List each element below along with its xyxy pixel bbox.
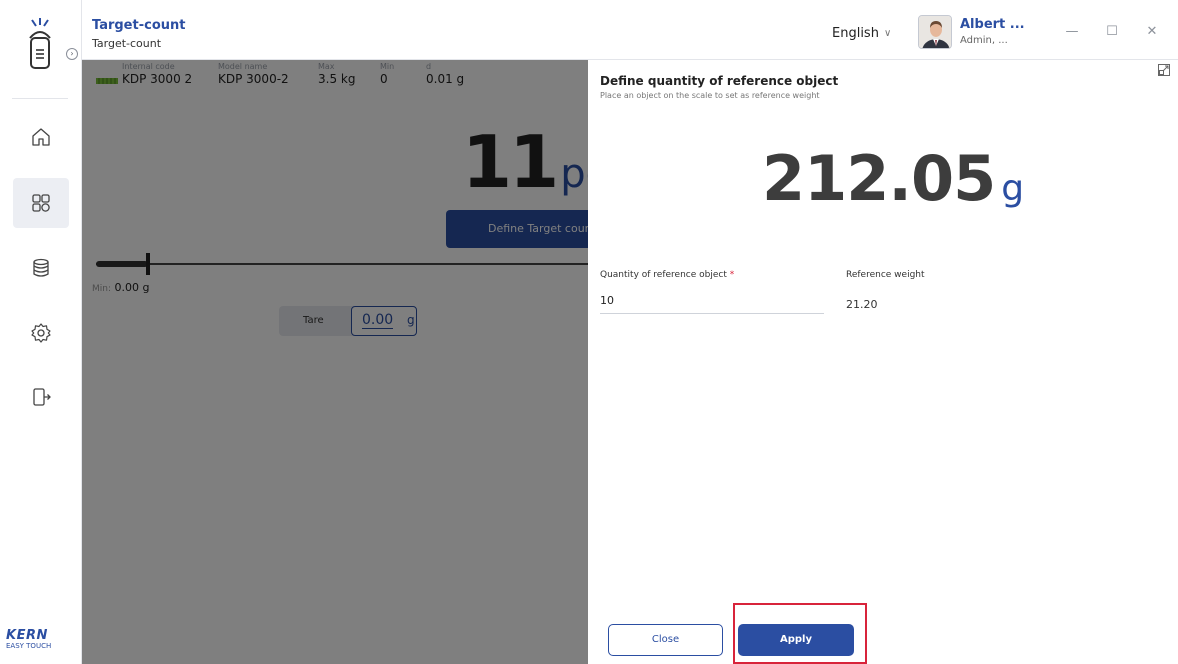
modal-backdrop[interactable] [82, 60, 588, 664]
weight-reading-value: 212.05 [762, 142, 996, 215]
language-label: English [832, 26, 879, 41]
sidebar-item-settings[interactable] [13, 308, 69, 358]
quantity-input[interactable] [600, 288, 824, 314]
app-header: Target-count Target-count English ∨ Albe… [82, 0, 1178, 60]
kern-logo: KERN EASY TOUCH [6, 628, 51, 650]
sidebar: › KERN EASY TOUCH [0, 0, 82, 664]
breadcrumb: Target-count [92, 37, 162, 50]
page-title: Target-count [92, 18, 186, 33]
required-marker: * [729, 270, 735, 280]
expand-sidebar-icon[interactable]: › [66, 48, 78, 60]
close-button[interactable]: Close [608, 624, 723, 656]
weight-reading-unit: g [1001, 168, 1025, 209]
app-window: › KERN EASY TOUCH Target-count Target-co… [0, 0, 1178, 664]
weight-reading: 212.05 g [762, 142, 1024, 215]
reference-quantity-panel: Define quantity of reference object Plac… [588, 60, 1178, 664]
scale-app-logo-icon [29, 18, 51, 69]
database-icon [33, 258, 49, 277]
logout-icon [33, 388, 51, 406]
sidebar-item-database[interactable] [13, 243, 69, 293]
quantity-label: Quantity of reference object * [600, 270, 734, 280]
reference-weight-value: 21.20 [846, 298, 878, 311]
avatar[interactable] [918, 15, 952, 49]
close-window-icon[interactable]: ✕ [1144, 24, 1160, 39]
maximize-icon[interactable]: ☐ [1104, 24, 1120, 39]
home-icon [32, 128, 50, 146]
reference-weight-label: Reference weight [846, 270, 925, 280]
applications-icon [32, 194, 50, 212]
settings-icon [31, 323, 51, 343]
panel-title: Define quantity of reference object [600, 74, 839, 88]
user-name[interactable]: Albert ... [960, 17, 1025, 32]
quantity-label-text: Quantity of reference object [600, 270, 727, 280]
language-selector[interactable]: English ∨ [832, 26, 891, 41]
apply-highlight-box [733, 603, 867, 664]
sidebar-divider [12, 98, 68, 99]
sidebar-item-home[interactable] [13, 112, 69, 162]
brand-name: KERN [6, 628, 48, 643]
minimize-icon[interactable]: — [1064, 24, 1080, 39]
sidebar-item-logout[interactable] [13, 372, 69, 422]
chevron-down-icon: ∨ [883, 28, 892, 39]
user-photo-icon [919, 16, 951, 48]
panel-subtitle: Place an object on the scale to set as r… [600, 91, 820, 100]
sidebar-item-applications[interactable] [13, 178, 69, 228]
fullscreen-icon[interactable] [1158, 64, 1170, 76]
brand-subtitle: EASY TOUCH [6, 642, 52, 650]
user-role: Admin, ... [960, 35, 1008, 46]
